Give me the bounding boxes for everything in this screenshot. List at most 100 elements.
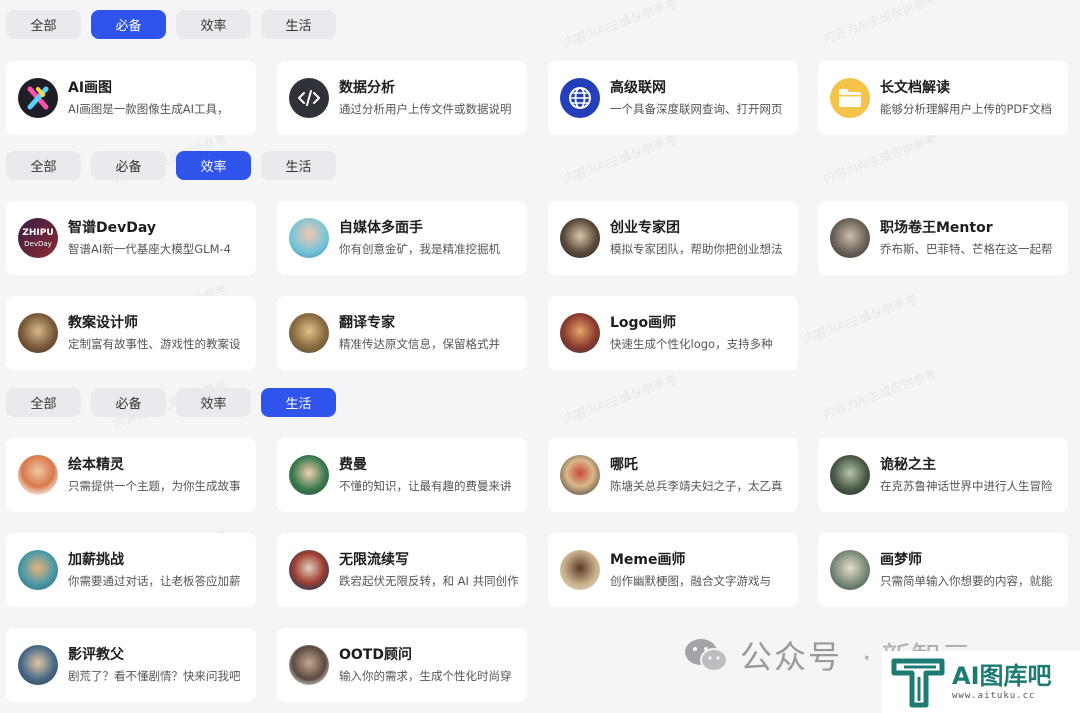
svg-text:ZHIPU: ZHIPU: [22, 228, 53, 238]
lesson-avatar: [18, 313, 58, 353]
card-title: 教案设计师: [68, 315, 138, 331]
card-desc: 只需提供一个主题，为你生成故事: [68, 479, 241, 493]
raise-avatar: [18, 550, 58, 590]
brand-logo: AI图库吧 www.aituku.cc: [882, 651, 1080, 713]
card-title: 数据分析: [339, 80, 395, 96]
watermark: 内容为AI生成仅供参考: [821, 0, 939, 47]
card-title: Meme画师: [610, 552, 686, 568]
agent-card[interactable]: ZHIPU DevDay 智谱DevDay 智谱AI新一代基座大模型GLM-4: [6, 201, 256, 275]
card-desc: 能够分析理解用户上传的PDF文档: [880, 102, 1052, 116]
agent-card[interactable]: Meme画师 创作幽默梗图，融合文字游戏与: [548, 533, 798, 607]
ai-paint-icon: [18, 78, 58, 118]
mentor-avatar: [830, 218, 870, 258]
card-desc: 精准传达原文信息，保留格式并: [339, 337, 500, 351]
category-tabs: 全部 必备 效率 生活: [6, 388, 336, 418]
film-avatar: [18, 645, 58, 685]
agent-card[interactable]: 翻译专家 精准传达原文信息，保留格式并: [277, 296, 527, 370]
logo-avatar: [560, 313, 600, 353]
agent-card[interactable]: 诡秘之主 在克苏鲁神话世界中进行人生冒险: [818, 438, 1068, 512]
watermark: 内容为AI生成仅供参考: [821, 366, 939, 422]
agent-card[interactable]: 数据分析 通过分析用户上传文件或数据说明: [277, 61, 527, 135]
media-avatar: [289, 218, 329, 258]
card-title: 加薪挑战: [68, 552, 124, 568]
translate-avatar: [289, 313, 329, 353]
brand-mark-icon: [890, 655, 946, 709]
agent-card[interactable]: 哪吒 陈塘关总兵李靖夫妇之子，太乙真: [548, 438, 798, 512]
agent-card[interactable]: 绘本精灵 只需提供一个主题，为你生成故事: [6, 438, 256, 512]
startup-avatar: [560, 218, 600, 258]
picturebook-avatar: [18, 455, 58, 495]
tab-all[interactable]: 全部: [6, 388, 81, 417]
tab-efficiency[interactable]: 效率: [176, 151, 251, 180]
card-title: 自媒体多面手: [339, 220, 423, 236]
card-title: 绘本精灵: [68, 457, 124, 473]
tab-all[interactable]: 全部: [6, 10, 81, 39]
agent-card[interactable]: 加薪挑战 你需要通过对话，让老板答应加薪: [6, 533, 256, 607]
tab-life[interactable]: 生活: [261, 10, 336, 39]
tab-all[interactable]: 全部: [6, 151, 81, 180]
svg-text:DevDay: DevDay: [24, 240, 52, 248]
meme-avatar: [560, 550, 600, 590]
agent-card[interactable]: 教案设计师 定制富有故事性、游戏性的教案设: [6, 296, 256, 370]
tab-essential[interactable]: 必备: [91, 388, 166, 417]
globe-icon: [560, 78, 600, 118]
card-title: 职场卷王Mentor: [880, 220, 993, 236]
card-desc: 在克苏鲁神话世界中进行人生冒险: [880, 479, 1053, 493]
agent-card[interactable]: AI画图 AI画图是一款图像生成AI工具，: [6, 61, 256, 135]
card-desc: 跌宕起伏无限反转，和 AI 共同创作: [339, 574, 519, 588]
card-desc: 剧荒了？看不懂剧情？快来问我吧: [68, 669, 241, 683]
card-title: 哪吒: [610, 457, 638, 473]
watermark: 内容为AI生成仅供参考: [561, 131, 679, 187]
agent-card[interactable]: Logo画师 快速生成个性化logo，支持多种: [548, 296, 798, 370]
tab-essential[interactable]: 必备: [91, 10, 166, 39]
agent-card[interactable]: 画梦师 只需简单输入你想要的内容，就能: [818, 533, 1068, 607]
agent-card[interactable]: 创业专家团 模拟专家团队，帮助你把创业想法: [548, 201, 798, 275]
card-title: AI画图: [68, 80, 113, 96]
card-title: 智谱DevDay: [68, 220, 157, 236]
card-title: Logo画师: [610, 315, 677, 331]
card-title: 画梦师: [880, 552, 922, 568]
nezha-avatar: [560, 455, 600, 495]
card-desc: 只需简单输入你想要的内容，就能: [880, 574, 1053, 588]
agent-card[interactable]: 费曼 不懂的知识，让最有趣的费曼来讲: [277, 438, 527, 512]
mystery-avatar: [830, 455, 870, 495]
card-desc: 通过分析用户上传文件或数据说明: [339, 102, 512, 116]
agent-card[interactable]: 长文档解读 能够分析理解用户上传的PDF文档: [818, 61, 1068, 135]
watermark: 内容为AI生成仅供参考: [821, 131, 939, 187]
tab-life[interactable]: 生活: [261, 388, 336, 417]
tab-efficiency[interactable]: 效率: [176, 388, 251, 417]
feynman-avatar: [289, 455, 329, 495]
agent-card[interactable]: OOTD顾问 输入你的需求，生成个性化时尚穿: [277, 628, 527, 702]
category-tabs: 全部 必备 效率 生活: [6, 151, 336, 181]
tab-essential[interactable]: 必备: [91, 151, 166, 180]
card-desc: 创作幽默梗图，融合文字游戏与: [610, 574, 771, 588]
card-desc: 输入你的需求，生成个性化时尚穿: [339, 669, 512, 683]
watermark: 内容为AI生成仅供参考: [801, 291, 919, 347]
card-desc: 模拟专家团队，帮助你把创业想法: [610, 242, 783, 256]
card-title: 费曼: [339, 457, 367, 473]
card-desc: AI画图是一款图像生成AI工具，: [68, 102, 229, 116]
agent-card[interactable]: 职场卷王Mentor 乔布斯、巴菲特、芒格在这一起帮: [818, 201, 1068, 275]
card-desc: 一个具备深度联网查询、打开网页: [610, 102, 783, 116]
tab-life[interactable]: 生活: [261, 151, 336, 180]
agent-card[interactable]: 自媒体多面手 你有创意金矿，我是精准挖掘机: [277, 201, 527, 275]
ootd-avatar: [289, 645, 329, 685]
card-title: 长文档解读: [880, 80, 950, 96]
wechat-icon: [684, 637, 728, 673]
card-title: 诡秘之主: [880, 457, 936, 473]
code-icon: [289, 78, 329, 118]
agent-card[interactable]: 影评教父 剧荒了？看不懂剧情？快来问我吧: [6, 628, 256, 702]
brand-name: AI图库吧: [952, 662, 1052, 690]
card-title: 无限流续写: [339, 552, 409, 568]
agent-card[interactable]: 无限流续写 跌宕起伏无限反转，和 AI 共同创作: [277, 533, 527, 607]
card-desc: 陈塘关总兵李靖夫妇之子，太乙真: [610, 479, 783, 493]
agent-card[interactable]: 高级联网 一个具备深度联网查询、打开网页: [548, 61, 798, 135]
card-desc: 乔布斯、巴菲特、芒格在这一起帮: [880, 242, 1053, 256]
watermark: 内容为AI生成仅供参考: [561, 371, 679, 427]
wechat-label: 公众号: [740, 638, 843, 676]
card-desc: 智谱AI新一代基座大模型GLM-4: [68, 242, 231, 256]
infinite-avatar: [289, 550, 329, 590]
tab-efficiency[interactable]: 效率: [176, 10, 251, 39]
card-desc: 你需要通过对话，让老板答应加薪: [68, 574, 241, 588]
card-title: 高级联网: [610, 80, 666, 96]
